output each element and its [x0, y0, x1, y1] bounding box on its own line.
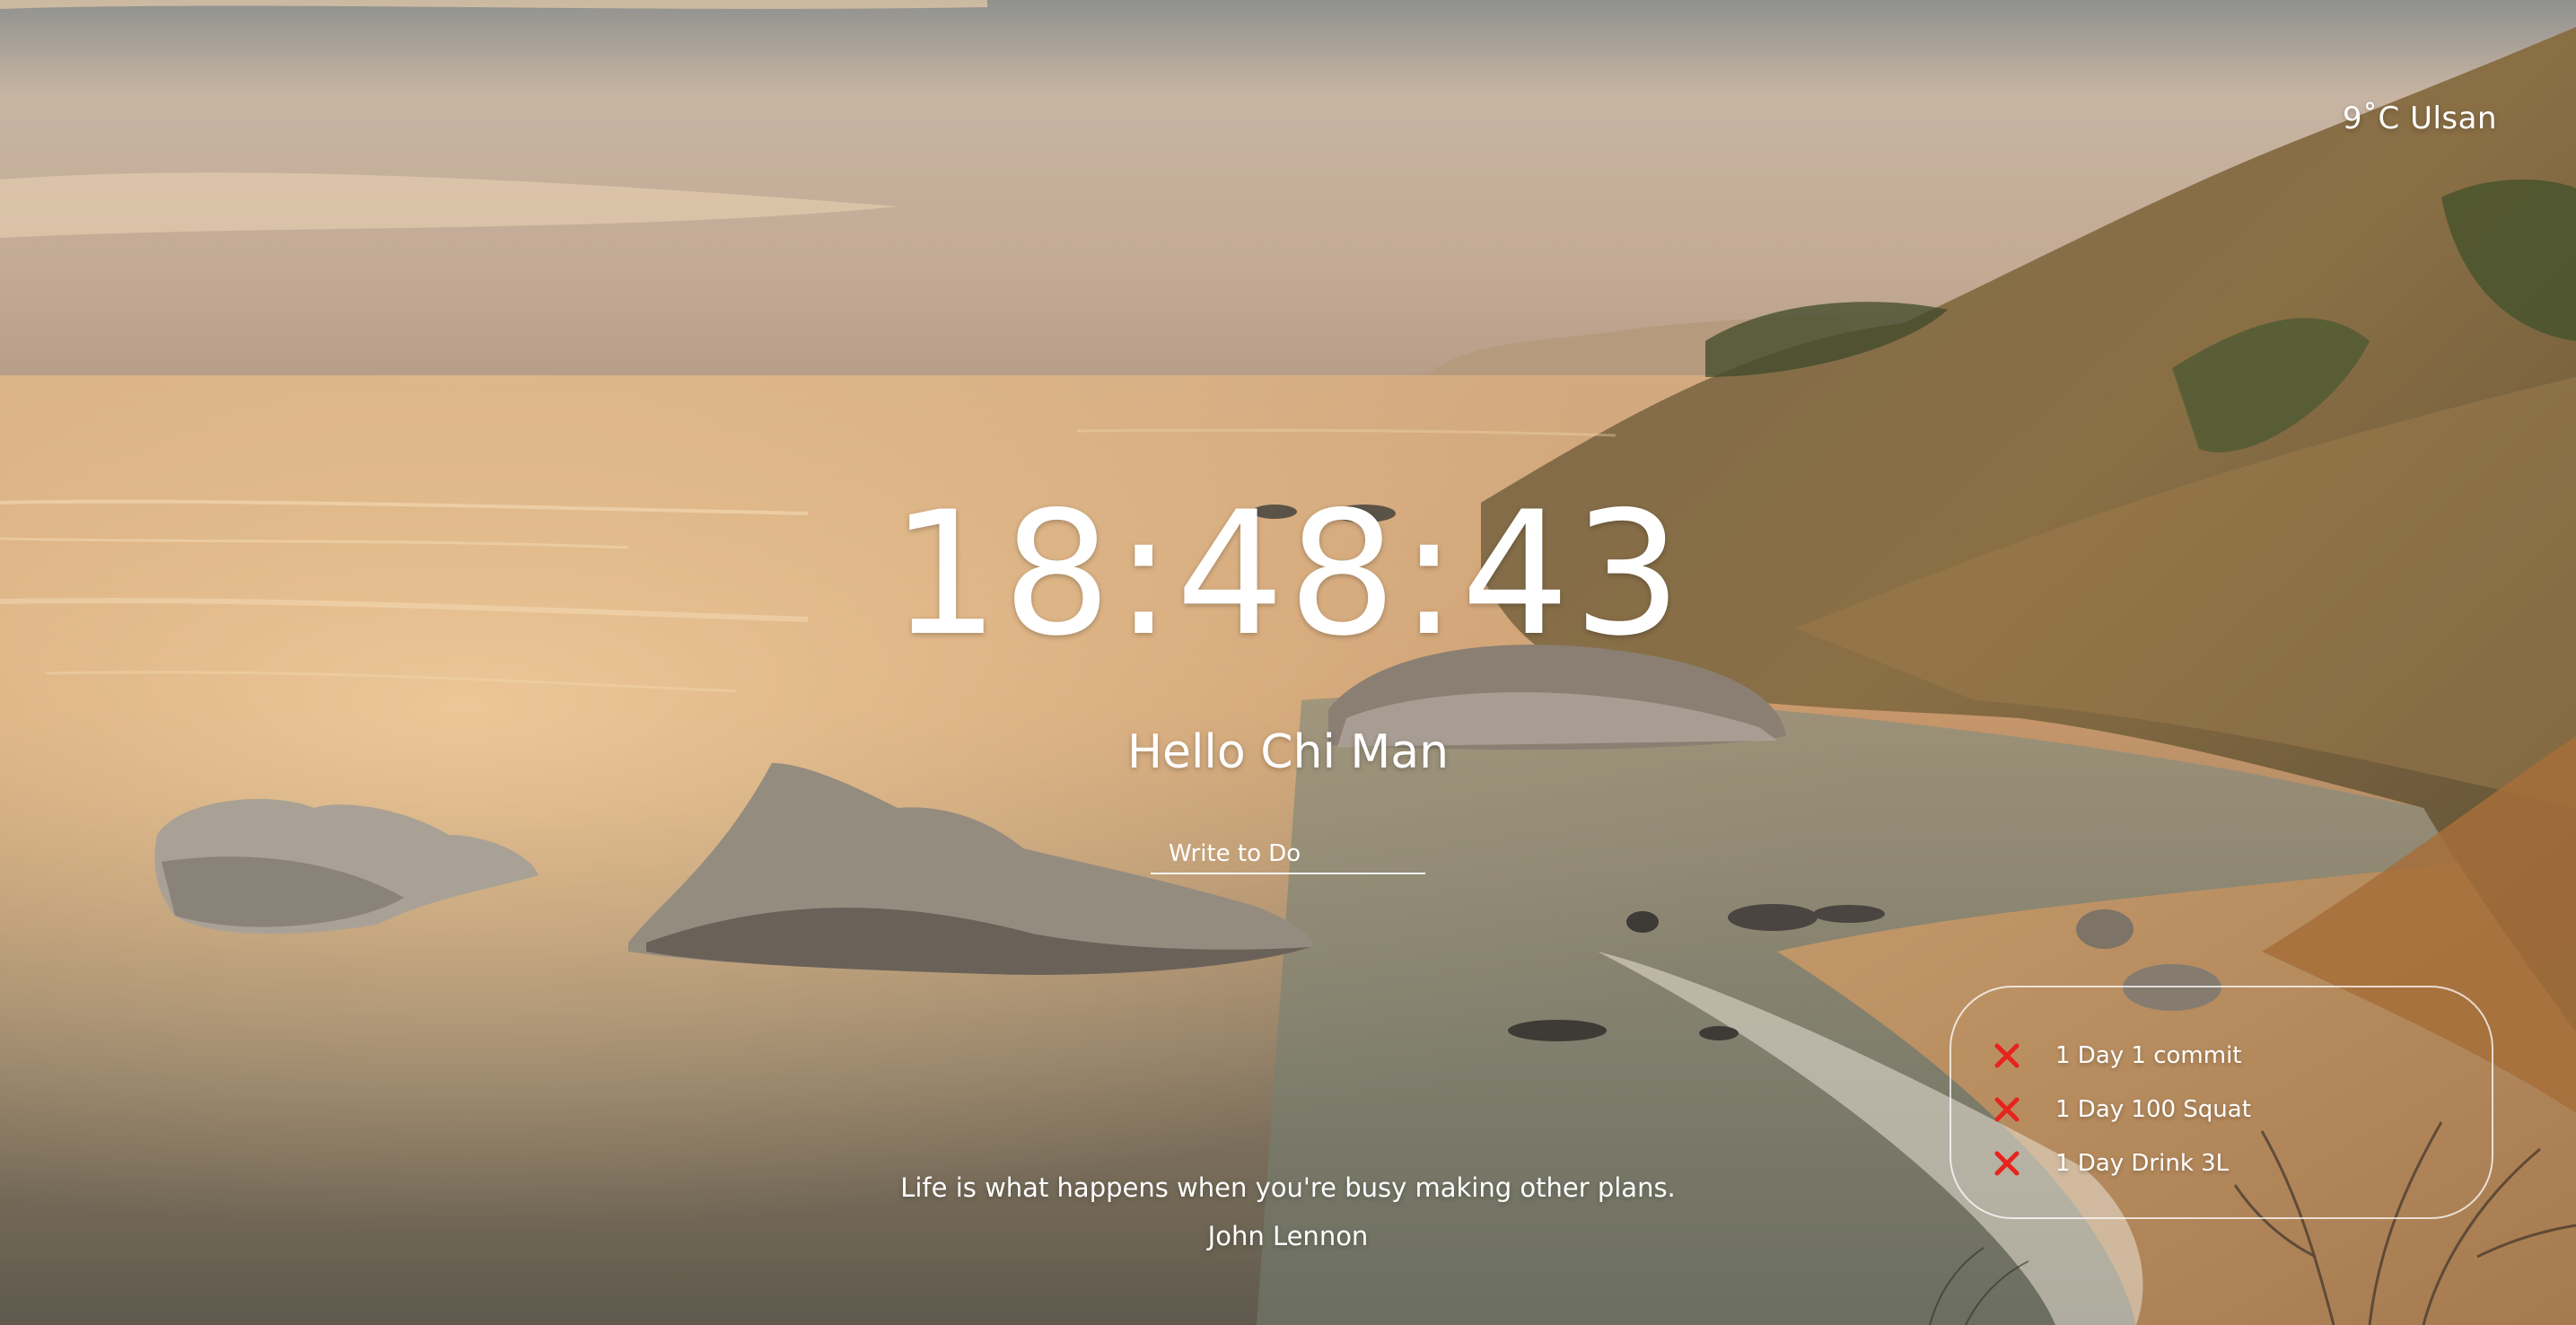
todo-input[interactable] — [1151, 835, 1425, 874]
clock: 18:48:43 — [890, 475, 1686, 673]
quote-author: John Lennon — [1207, 1221, 1369, 1251]
todo-item: 1 Day 100 Squat — [1993, 1083, 2251, 1136]
close-icon[interactable] — [1993, 1041, 2021, 1070]
greeting: Hello Chi Man — [1126, 725, 1450, 779]
todo-item-label: 1 Day 1 commit — [2055, 1042, 2242, 1069]
quote-text: Life is what happens when you're busy ma… — [900, 1172, 1676, 1203]
app-screen: 9˚C Ulsan 18:48:43 Hello Chi Man 1 Day 1… — [0, 0, 2576, 1325]
weather-city: Ulsan — [2410, 101, 2497, 136]
todo-list: 1 Day 1 commit 1 Day 100 Squat 1 Day Dri… — [1993, 1029, 2251, 1190]
todo-item-label: 1 Day 100 Squat — [2055, 1096, 2251, 1123]
todo-form — [1151, 835, 1425, 874]
todo-item: 1 Day 1 commit — [1993, 1029, 2251, 1083]
weather-widget: 9˚C Ulsan — [2343, 101, 2497, 136]
weather-temperature: 9˚C — [2342, 101, 2400, 136]
close-icon[interactable] — [1993, 1095, 2021, 1124]
